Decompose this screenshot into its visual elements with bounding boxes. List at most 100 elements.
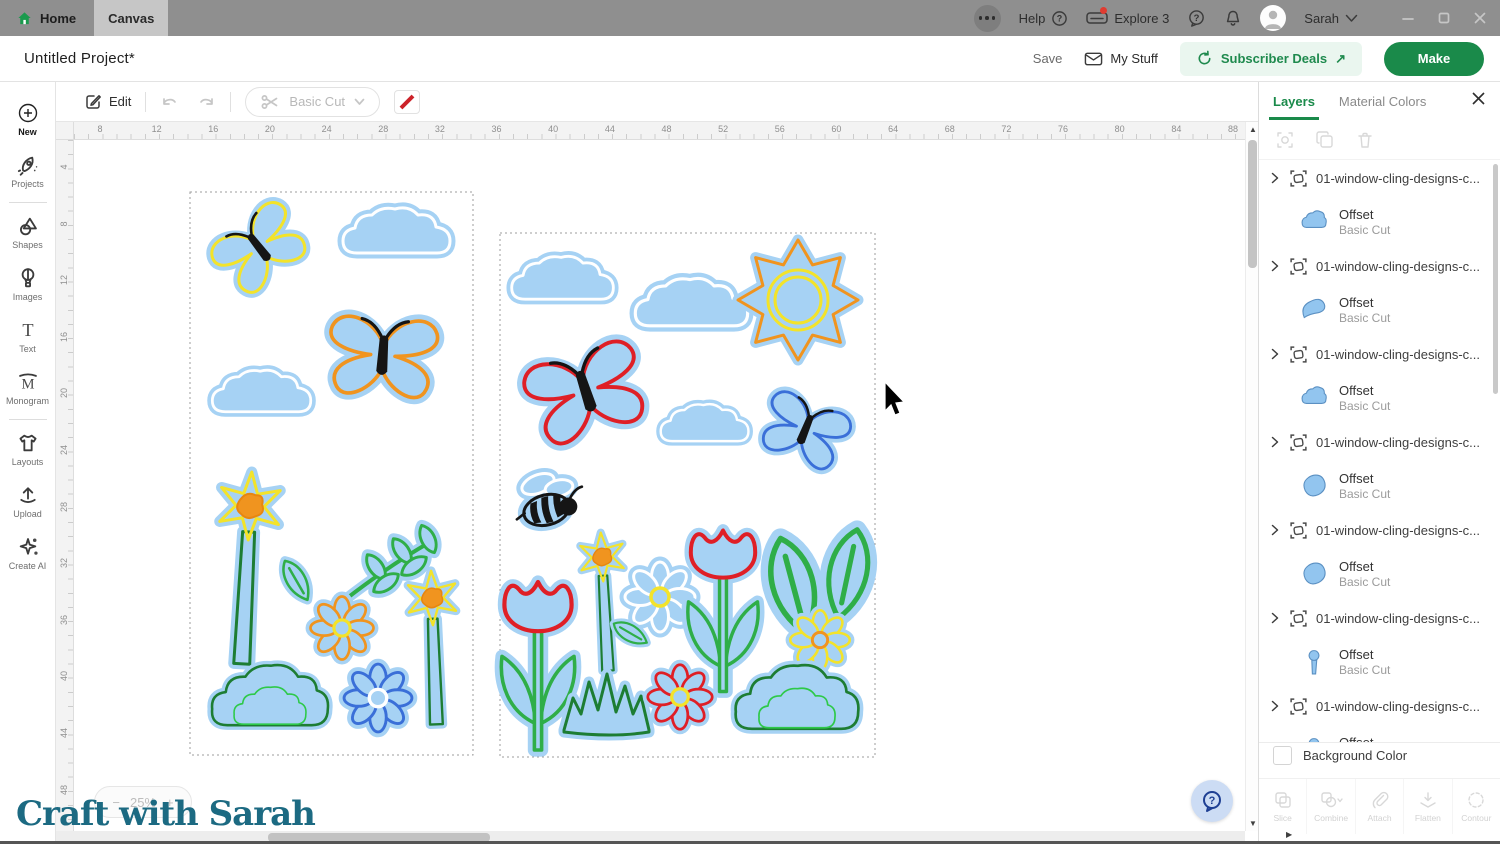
- my-stuff-button[interactable]: My Stuff: [1084, 51, 1157, 67]
- layer-group-row[interactable]: 01-window-cling-designs-c...: [1259, 688, 1500, 724]
- duplicate-icon[interactable]: [1315, 130, 1335, 150]
- scroll-up-icon[interactable]: ▲: [1249, 125, 1257, 134]
- layers-list: 01-window-cling-designs-c...OffsetBasic …: [1259, 160, 1500, 742]
- design-bush[interactable]: [736, 665, 859, 729]
- vertical-scrollbar[interactable]: ▲ ▼: [1245, 122, 1258, 831]
- design-leaf[interactable]: [277, 556, 316, 604]
- layer-offset-row[interactable]: OffsetBasic Cut: [1259, 636, 1500, 688]
- help-circle-icon: ?: [1051, 10, 1068, 27]
- design-cloud[interactable]: [635, 278, 747, 325]
- design-butterfly-orange[interactable]: [327, 315, 439, 399]
- redo-icon[interactable]: [196, 93, 216, 111]
- design-daisy-red[interactable]: [648, 665, 712, 729]
- design-cloud[interactable]: [343, 208, 450, 253]
- chevron-right-icon[interactable]: [1269, 260, 1281, 272]
- vertical-scroll-thumb[interactable]: [1248, 140, 1257, 268]
- tab-material-colors[interactable]: Material Colors: [1339, 82, 1426, 120]
- make-button[interactable]: Make: [1384, 42, 1484, 76]
- design-cloud[interactable]: [512, 256, 614, 299]
- save-button[interactable]: Save: [1033, 51, 1063, 66]
- tab-home[interactable]: Home: [0, 0, 94, 36]
- chevron-right-icon[interactable]: [1269, 436, 1281, 448]
- design-bee[interactable]: [513, 469, 589, 532]
- layer-offset-row[interactable]: OffsetBasic Cut: [1259, 196, 1500, 248]
- panel-scroll-thumb[interactable]: [1493, 164, 1498, 394]
- layer-group-row[interactable]: 01-window-cling-designs-c...: [1259, 160, 1500, 196]
- window-close-button[interactable]: [1474, 12, 1486, 24]
- group-select-icon[interactable]: [1275, 130, 1295, 150]
- design-sun[interactable]: [738, 240, 858, 360]
- layer-group-row[interactable]: 01-window-cling-designs-c...: [1259, 424, 1500, 460]
- layer-group-row[interactable]: 01-window-cling-designs-c...: [1259, 512, 1500, 548]
- project-title[interactable]: Untitled Project*: [24, 50, 135, 67]
- layer-offset-row[interactable]: OffsetBasic Cut: [1259, 372, 1500, 424]
- user-menu[interactable]: Sarah: [1304, 11, 1358, 26]
- sidebar-item-layouts[interactable]: Layouts: [0, 424, 55, 476]
- sidebar-item-new[interactable]: New: [0, 94, 55, 146]
- sidebar-item-images[interactable]: Images: [0, 259, 55, 311]
- app-window: Home Canvas Help ? Explore 3 ? Sarah: [0, 0, 1500, 844]
- more-menu-button[interactable]: [974, 5, 1001, 32]
- sidebar-item-projects[interactable]: Projects: [0, 146, 55, 198]
- design-daisy-orange[interactable]: [311, 597, 374, 660]
- design-cloud[interactable]: [212, 370, 310, 412]
- design-butterfly-red[interactable]: [520, 337, 654, 450]
- subscriber-deals-button[interactable]: Subscriber Deals ↗: [1180, 42, 1362, 76]
- sidebar-item-create-ai[interactable]: Create AI: [0, 528, 55, 580]
- layer-offset-row[interactable]: OffsetBasic Cut: [1259, 548, 1500, 600]
- design-butterfly-blue[interactable]: [755, 388, 854, 475]
- delete-icon[interactable]: [1355, 130, 1375, 150]
- help-menu[interactable]: Help ?: [1019, 10, 1069, 27]
- combine-icon: [1319, 790, 1343, 810]
- design-tulip[interactable]: [688, 531, 758, 692]
- chevron-right-icon[interactable]: [1269, 348, 1281, 360]
- background-color-swatch[interactable]: [1273, 746, 1292, 765]
- edit-button[interactable]: Edit: [84, 93, 131, 111]
- sidebar-item-text[interactable]: T Text: [0, 311, 55, 363]
- slice-button[interactable]: Slice: [1259, 779, 1306, 834]
- ruler-number: 32: [435, 124, 445, 134]
- canvas[interactable]: 8121620242832364044485256606468727680848…: [56, 122, 1258, 844]
- help-bubble-button[interactable]: ?: [1191, 780, 1233, 822]
- combine-button[interactable]: Combine: [1306, 779, 1354, 834]
- design-butterfly-yellow[interactable]: [206, 197, 314, 300]
- design-cloud[interactable]: [661, 404, 749, 441]
- design-daisy-blue[interactable]: [344, 664, 412, 732]
- contour-button[interactable]: Contour: [1452, 779, 1500, 834]
- ruler-number: 52: [718, 124, 728, 134]
- tab-canvas[interactable]: Canvas: [94, 0, 168, 36]
- linetype-swatch[interactable]: [394, 90, 420, 114]
- layer-group-row[interactable]: 01-window-cling-designs-c...: [1259, 600, 1500, 636]
- avatar[interactable]: [1260, 5, 1286, 31]
- chevron-right-icon[interactable]: [1269, 700, 1281, 712]
- panel-scroll-right-icon[interactable]: ▶: [1286, 830, 1292, 839]
- chevron-right-icon[interactable]: [1269, 612, 1281, 624]
- chevron-right-icon[interactable]: [1269, 172, 1281, 184]
- scroll-down-icon[interactable]: ▼: [1249, 819, 1257, 828]
- layer-offset-row[interactable]: OffsetBasic Cut: [1259, 724, 1500, 742]
- sidebar-item-monogram[interactable]: M Monogram: [0, 363, 55, 415]
- window-maximize-button[interactable]: [1438, 12, 1450, 24]
- flatten-button[interactable]: Flatten: [1403, 779, 1451, 834]
- layer-offset-row[interactable]: OffsetBasic Cut: [1259, 284, 1500, 336]
- material-dropdown[interactable]: Basic Cut: [245, 87, 380, 117]
- layer-group-row[interactable]: 01-window-cling-designs-c...: [1259, 336, 1500, 372]
- chevron-right-icon[interactable]: [1269, 524, 1281, 536]
- sidebar-item-upload[interactable]: Upload: [0, 476, 55, 528]
- layer-group-row[interactable]: 01-window-cling-designs-c...: [1259, 248, 1500, 284]
- tab-layers[interactable]: Layers: [1273, 82, 1315, 120]
- attach-button[interactable]: Attach: [1355, 779, 1403, 834]
- design-daffodil[interactable]: [212, 471, 281, 666]
- close-panel-button[interactable]: [1471, 91, 1486, 111]
- layer-offset-row[interactable]: OffsetBasic Cut: [1259, 460, 1500, 512]
- machine-menu[interactable]: Explore 3: [1086, 10, 1169, 26]
- layer-thumbnail: [1301, 297, 1327, 323]
- ruler-number: 40: [59, 667, 69, 685]
- sidebar-item-shapes[interactable]: Shapes: [0, 207, 55, 259]
- undo-icon[interactable]: [160, 93, 180, 111]
- design-bush[interactable]: [212, 665, 328, 725]
- feedback-icon[interactable]: ?: [1187, 9, 1206, 28]
- design-leaf[interactable]: [820, 526, 875, 622]
- window-minimize-button[interactable]: [1402, 12, 1414, 24]
- bell-icon[interactable]: [1224, 9, 1242, 28]
